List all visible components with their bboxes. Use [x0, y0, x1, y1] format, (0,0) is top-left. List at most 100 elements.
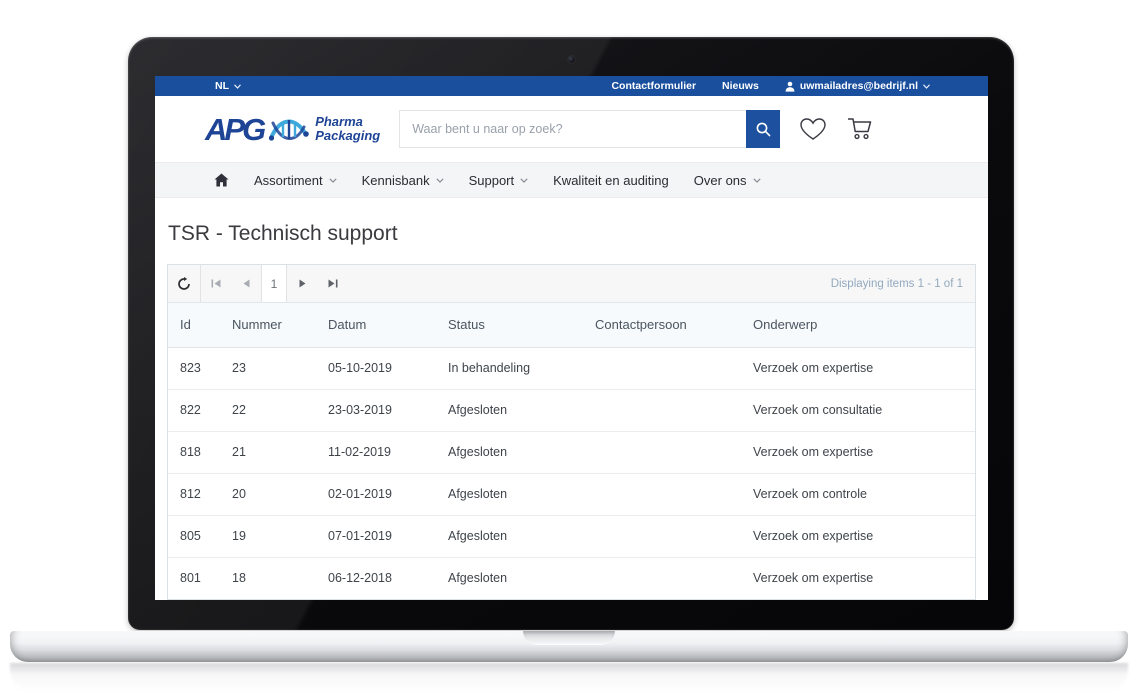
pager-previous-button[interactable]	[231, 265, 261, 302]
table-cell	[595, 431, 753, 473]
grid-pager: 1 Displaying items 1 - 1 of 1	[168, 265, 975, 303]
pager-page-1[interactable]: 1	[261, 265, 287, 302]
refresh-icon	[177, 277, 191, 291]
home-icon	[214, 173, 229, 187]
table-cell: 05-10-2019	[328, 347, 448, 389]
nav-kwaliteit-en-auditing[interactable]: Kwaliteit en auditing	[553, 173, 669, 188]
table-cell: 23	[232, 347, 328, 389]
news-link[interactable]: Nieuws	[722, 80, 759, 92]
account-email: uwmailadres@bedrijf.nl	[800, 80, 918, 92]
table-cell	[595, 515, 753, 557]
tsr-table-body: 8232305-10-2019In behandeling Verzoek om …	[168, 347, 975, 599]
pager-last-button[interactable]	[317, 265, 347, 302]
nav-support[interactable]: Support	[469, 173, 529, 188]
nav-over-ons[interactable]: Over ons	[694, 173, 761, 188]
chevron-down-icon	[329, 178, 337, 183]
table-cell: Afgesloten	[448, 389, 595, 431]
language-selector[interactable]: NL	[215, 80, 241, 92]
table-cell: 18	[232, 557, 328, 599]
chevron-down-icon	[436, 178, 444, 183]
table-cell: 07-01-2019	[328, 515, 448, 557]
table-cell: 19	[232, 515, 328, 557]
chevron-down-icon	[923, 84, 930, 89]
tsr-grid: 1 Displaying items 1 - 1 of 1	[167, 264, 976, 600]
topbar-right: Contactformulier Nieuws uwmailadres@bedr…	[611, 80, 930, 92]
laptop-screen-bezel: NL Contactformulier Nieuws uwmailadres@b…	[128, 37, 1014, 630]
table-cell: 02-01-2019	[328, 473, 448, 515]
browser-viewport: NL Contactformulier Nieuws uwmailadres@b…	[155, 76, 988, 600]
nav-home[interactable]	[214, 173, 229, 187]
column-header-nummer[interactable]: Nummer	[232, 303, 328, 347]
company-logo[interactable]: APG Pharma P	[205, 113, 380, 145]
laptop-base-notch	[523, 631, 615, 645]
nav-kennisbank[interactable]: Kennisbank	[362, 173, 444, 188]
contact-form-link[interactable]: Contactformulier	[611, 80, 696, 92]
table-cell: 11-02-2019	[328, 431, 448, 473]
table-row[interactable]: 8222223-03-2019AfgeslotenVerzoek om cons…	[168, 389, 975, 431]
table-cell: 06-12-2018	[328, 557, 448, 599]
column-header-id[interactable]: Id	[168, 303, 232, 347]
main-nav: Assortiment Kennisbank Support	[155, 162, 988, 198]
table-cell	[595, 557, 753, 599]
main-content: TSR - Technisch support	[155, 220, 988, 600]
table-cell: 20	[232, 473, 328, 515]
laptop-reflection	[10, 663, 1128, 692]
column-header-datum[interactable]: Datum	[328, 303, 448, 347]
table-cell: 823	[168, 347, 232, 389]
topbar: NL Contactformulier Nieuws uwmailadres@b…	[155, 76, 988, 96]
table-header-row: Id Nummer Datum Status Contactpersoon On…	[168, 303, 975, 347]
table-cell: Verzoek om consultatie	[753, 389, 975, 431]
search-bar	[399, 110, 780, 148]
table-cell: 21	[232, 431, 328, 473]
table-cell: Afgesloten	[448, 515, 595, 557]
table-cell: Verzoek om expertise	[753, 515, 975, 557]
table-cell: 22	[232, 389, 328, 431]
pager-status-text: Displaying items 1 - 1 of 1	[831, 278, 975, 290]
tsr-table: Id Nummer Datum Status Contactpersoon On…	[168, 303, 975, 599]
table-cell: 812	[168, 473, 232, 515]
column-header-contactpersoon[interactable]: Contactpersoon	[595, 303, 753, 347]
table-cell: Verzoek om expertise	[753, 431, 975, 473]
column-header-onderwerp[interactable]: Onderwerp	[753, 303, 975, 347]
logo-tagline: Pharma Packaging	[315, 115, 380, 143]
table-cell	[595, 389, 753, 431]
table-cell	[595, 347, 753, 389]
table-cell	[595, 473, 753, 515]
table-cell: Afgesloten	[448, 473, 595, 515]
account-menu[interactable]: uwmailadres@bedrijf.nl	[785, 80, 930, 92]
webcam	[568, 56, 575, 63]
wishlist-button[interactable]	[799, 117, 827, 142]
table-row[interactable]: 8182111-02-2019AfgeslotenVerzoek om expe…	[168, 431, 975, 473]
table-cell: Verzoek om expertise	[753, 347, 975, 389]
table-row[interactable]: 8232305-10-2019In behandeling Verzoek om …	[168, 347, 975, 389]
cart-button[interactable]	[846, 116, 874, 142]
table-cell: 818	[168, 431, 232, 473]
laptop-base	[10, 631, 1128, 662]
dna-swirl-icon	[268, 113, 310, 145]
table-row[interactable]: 8122002-01-2019Afgesloten Verzoek om cont…	[168, 473, 975, 515]
pager-first-button[interactable]	[201, 265, 231, 302]
column-header-status[interactable]: Status	[448, 303, 595, 347]
refresh-button[interactable]	[168, 265, 201, 302]
logo-brand-text: APG	[205, 114, 263, 145]
search-input[interactable]	[399, 110, 746, 148]
user-icon	[785, 81, 795, 92]
table-cell: In behandeling	[448, 347, 595, 389]
table-row[interactable]: 8011806-12-2018AfgeslotenVerzoek om expe…	[168, 557, 975, 599]
laptop-mockup: NL Contactformulier Nieuws uwmailadres@b…	[0, 0, 1138, 692]
table-cell: 801	[168, 557, 232, 599]
search-icon	[755, 121, 772, 138]
language-label: NL	[215, 80, 229, 92]
heart-icon	[799, 117, 827, 142]
page-title: TSR - Technisch support	[168, 220, 976, 248]
chevron-down-icon	[753, 178, 761, 183]
nav-assortiment[interactable]: Assortiment	[254, 173, 337, 188]
table-cell: 822	[168, 389, 232, 431]
site-header: APG Pharma P	[155, 96, 988, 162]
table-cell: Afgesloten	[448, 557, 595, 599]
chevron-down-icon	[234, 84, 241, 89]
table-cell: Verzoek om controle	[753, 473, 975, 515]
search-button[interactable]	[746, 110, 780, 148]
table-row[interactable]: 8051907-01-2019AfgeslotenVerzoek om expe…	[168, 515, 975, 557]
pager-next-button[interactable]	[287, 265, 317, 302]
